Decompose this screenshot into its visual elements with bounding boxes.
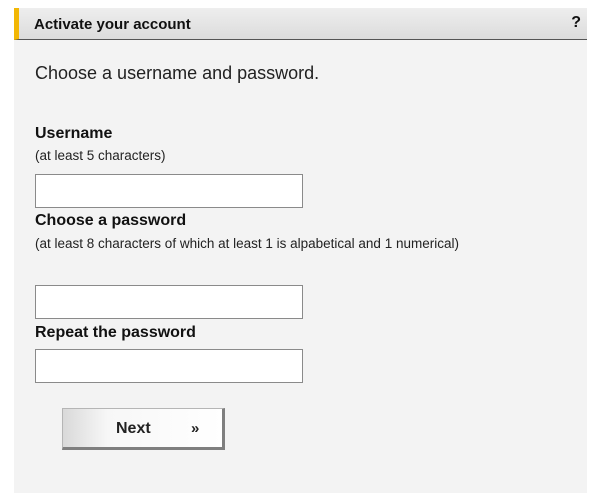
double-chevron-right-icon: » [191, 420, 200, 437]
next-button[interactable]: Next » [62, 408, 225, 450]
password-input[interactable] [35, 285, 303, 319]
activation-panel: Activate your account ? Choose a usernam… [14, 8, 587, 493]
username-label: Username [35, 125, 113, 142]
next-button-label: Next [116, 420, 151, 437]
password-label: Choose a password [35, 212, 187, 229]
panel-header: Activate your account ? [14, 8, 587, 40]
repeat-password-input[interactable] [35, 349, 303, 383]
username-input[interactable] [35, 174, 303, 208]
intro-text: Choose a username and password. [35, 63, 320, 83]
password-hint: (at least 8 characters of which at least… [35, 236, 459, 251]
panel-title: Activate your account [34, 16, 191, 33]
username-hint: (at least 5 characters) [35, 148, 166, 163]
help-icon[interactable]: ? [571, 14, 581, 32]
repeat-password-label: Repeat the password [35, 324, 196, 341]
